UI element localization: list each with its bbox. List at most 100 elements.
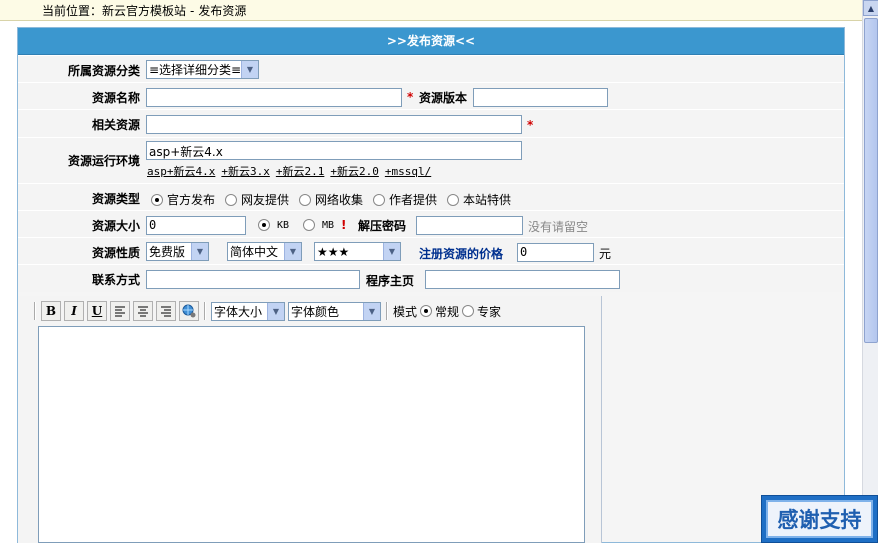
version-input[interactable]	[473, 88, 608, 107]
type-option[interactable]: 作者提供	[373, 191, 437, 208]
unit-kb-option[interactable]: KB	[258, 219, 289, 231]
mode-normal-option[interactable]: 常规	[420, 303, 459, 320]
nature-label: 资源性质	[91, 246, 140, 260]
env-preset-link[interactable]: +新云2.1	[276, 165, 325, 178]
type-option[interactable]: 本站特供	[447, 191, 511, 208]
password-label: 解压密码	[358, 219, 407, 233]
type-option-label: 网友提供	[241, 193, 290, 207]
related-input[interactable]	[146, 115, 522, 134]
env-preset-link[interactable]: +mssql/	[385, 165, 431, 178]
type-label: 资源类型	[91, 192, 140, 206]
breadcrumb-page: 发布资源	[198, 4, 247, 18]
underline-button[interactable]: U	[87, 301, 107, 321]
radio-checked-icon	[151, 193, 163, 206]
radio-icon	[303, 219, 315, 231]
align-center-icon	[138, 306, 148, 317]
contact-input[interactable]	[146, 270, 360, 289]
name-input[interactable]	[146, 88, 402, 107]
radio-icon	[462, 305, 475, 317]
align-left-button[interactable]	[110, 301, 130, 321]
type-option-label: 本站特供	[463, 193, 512, 207]
chevron-down-icon: ▼	[363, 302, 380, 320]
row-related: 相关资源 *	[18, 109, 844, 137]
form-title: >>发布资源<<	[18, 28, 844, 55]
mode-expert-option[interactable]: 专家	[462, 303, 501, 320]
row-name: 资源名称 * 资源版本	[18, 82, 844, 109]
row-category: 所属资源分类 ≡选择详细分类≡ ▼	[18, 55, 844, 82]
unit-mb-label: MB	[322, 219, 335, 231]
currency-label: 元	[599, 247, 612, 261]
thanks-support-label: 感谢支持	[766, 500, 873, 538]
arrow-up-icon: ▲	[867, 3, 875, 13]
license-select-value: 免费版	[149, 245, 186, 259]
size-input[interactable]: 0	[146, 216, 246, 235]
size-label: 资源大小	[91, 219, 140, 233]
price-input[interactable]: 0	[517, 243, 594, 262]
radio-checked-icon	[420, 305, 433, 317]
align-right-button[interactable]	[156, 301, 176, 321]
bold-button[interactable]: B	[41, 301, 61, 321]
price-label: 注册资源的价格	[419, 247, 504, 261]
version-label: 资源版本	[419, 91, 468, 105]
breadcrumb-prefix: 当前位置：	[42, 4, 103, 18]
homepage-input[interactable]	[425, 270, 620, 289]
font-color-select[interactable]: 字体颜色 ▼	[288, 301, 381, 321]
toolbar-separator	[34, 302, 36, 320]
font-size-select[interactable]: 字体大小 ▼	[211, 301, 285, 321]
rich-text-editor: B I U 字体大小 ▼ 字体颜色 ▼ 模式 常规 专家	[18, 296, 602, 543]
radio-icon	[373, 193, 385, 206]
type-option[interactable]: 网络收集	[299, 191, 363, 208]
row-environment: 资源运行环境 asp+新云4.x asp+新云4.x +新云3.x +新云2.1 +新…	[18, 137, 844, 183]
breadcrumb-site[interactable]: 新云官方模板站	[102, 4, 186, 18]
env-preset-link[interactable]: +新云3.x	[221, 165, 270, 178]
related-label: 相关资源	[91, 118, 140, 132]
license-select[interactable]: 免费版 ▼	[146, 242, 209, 261]
radio-icon	[447, 193, 459, 206]
type-option[interactable]: 网友提供	[225, 191, 289, 208]
radio-icon	[299, 193, 311, 206]
mode-normal-label: 常规	[435, 304, 460, 319]
font-size-select-value: 字体大小	[214, 304, 263, 319]
align-left-icon	[115, 306, 125, 317]
rating-select[interactable]: ★★★ ▼	[314, 242, 401, 261]
unit-kb-label: KB	[277, 219, 290, 231]
mode-label: 模式	[393, 304, 418, 319]
row-nature: 资源性质 免费版 ▼ 简体中文 ▼ ★★★ ▼ 注册资源的价格 0 元	[18, 237, 844, 264]
scroll-thumb[interactable]	[864, 18, 878, 343]
row-size: 资源大小 0 KB MB ! 解压密码 没有请留空	[18, 210, 844, 237]
type-option[interactable]: 官方发布	[151, 191, 215, 208]
row-contact: 联系方式 程序主页	[18, 264, 844, 292]
category-select-value: ≡选择详细分类≡	[149, 63, 242, 77]
scroll-up-button[interactable]: ▲	[863, 0, 878, 16]
password-input[interactable]	[416, 216, 523, 235]
font-color-select-value: 字体颜色	[291, 304, 340, 319]
language-select[interactable]: 简体中文 ▼	[227, 242, 302, 261]
env-preset-link[interactable]: asp+新云4.x	[147, 165, 215, 178]
language-select-value: 简体中文	[230, 245, 279, 259]
contact-label: 联系方式	[91, 273, 140, 287]
chevron-down-icon: ▼	[241, 61, 258, 78]
type-option-label: 作者提供	[389, 193, 438, 207]
env-input[interactable]: asp+新云4.x	[146, 141, 522, 160]
toolbar-separator	[386, 302, 388, 320]
thanks-support-button[interactable]: 感谢支持	[761, 495, 878, 543]
unit-mb-option[interactable]: MB	[303, 219, 334, 231]
italic-button[interactable]: I	[64, 301, 84, 321]
env-preset-link[interactable]: +新云2.0	[330, 165, 379, 178]
editor-content-area[interactable]	[38, 326, 585, 543]
editor-toolbar: B I U 字体大小 ▼ 字体颜色 ▼ 模式 常规 专家	[32, 299, 501, 323]
env-presets: asp+新云4.x +新云3.x +新云2.1 +新云2.0 +mssql/	[147, 163, 437, 179]
chevron-down-icon: ▼	[191, 243, 208, 260]
type-option-label: 网络收集	[315, 193, 364, 207]
env-label: 资源运行环境	[67, 154, 140, 168]
insert-link-button[interactable]	[179, 301, 199, 321]
align-right-icon	[161, 306, 171, 317]
name-label: 资源名称	[91, 91, 140, 105]
category-select[interactable]: ≡选择详细分类≡ ▼	[146, 60, 259, 79]
type-option-label: 官方发布	[167, 193, 216, 207]
chevron-down-icon: ▼	[383, 243, 400, 260]
vertical-scrollbar[interactable]: ▲	[862, 0, 878, 543]
align-center-button[interactable]	[133, 301, 153, 321]
radio-icon	[225, 193, 237, 206]
password-hint: 没有请留空	[528, 220, 589, 234]
